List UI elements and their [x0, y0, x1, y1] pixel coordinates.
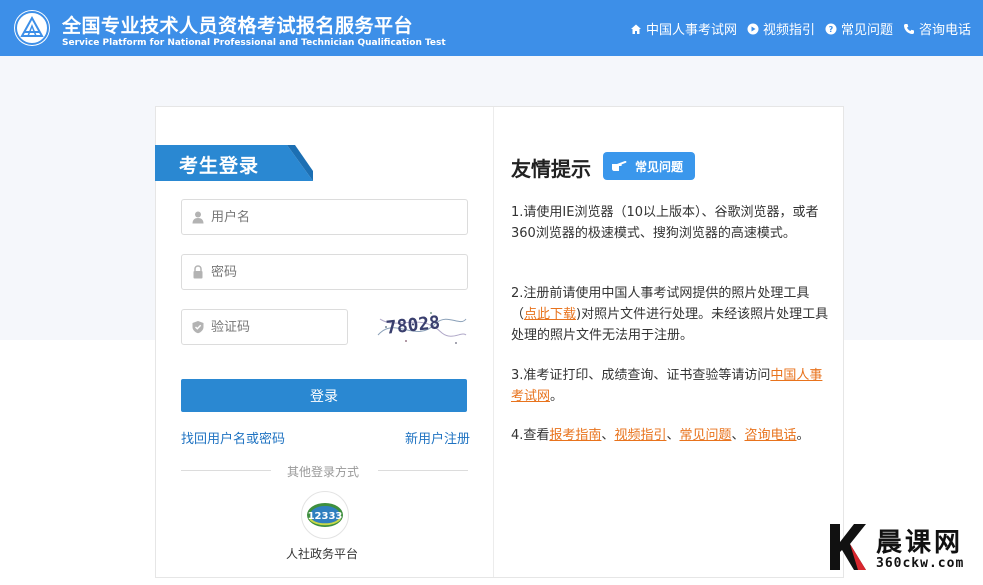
exam-guide-link[interactable]: 报考指南 — [549, 428, 601, 443]
captcha-field[interactable] — [181, 309, 348, 345]
tip4-sep: 、 — [601, 428, 615, 443]
username-field[interactable] — [181, 199, 468, 235]
nav-faq-label: 常见问题 — [840, 23, 893, 38]
nav-cpta-label: 中国人事考试网 — [645, 23, 737, 38]
divider-right — [378, 470, 468, 471]
register-link[interactable]: 新用户注册 — [405, 428, 470, 447]
gov-platform-label: 人社政务平台 — [286, 547, 359, 561]
password-field[interactable] — [181, 254, 468, 290]
login-button[interactable]: 登录 — [181, 379, 467, 412]
top-nav: 中国人事考试网 视频指引 ? 常见问题 咨询电话 — [630, 19, 971, 38]
user-icon — [191, 210, 205, 224]
tip4-text-before: 4.查看 — [511, 428, 550, 443]
nav-video-guide-label: 视频指引 — [762, 23, 815, 38]
pointing-hand-icon — [611, 159, 629, 173]
shield-icon — [191, 320, 205, 334]
watermark-name: 晨课网 — [876, 528, 964, 558]
login-card: 考生登录 78028 登录 找回用户名或密码 新用户注册 其他登录方式 — [155, 106, 844, 578]
captcha-char: 78028 — [385, 312, 441, 339]
gov-logo-text: 12333 — [308, 511, 343, 522]
video-guide-link[interactable]: 视频指引 — [614, 428, 666, 443]
phone-icon — [903, 23, 915, 35]
tip3-text-before: 3.准考证打印、成绩查询、证书查验等请访问 — [511, 368, 771, 383]
faq-link[interactable]: 常见问题 — [679, 428, 731, 443]
gov-platform-login-button[interactable]: 12333 — [301, 491, 349, 539]
nav-hotline-link[interactable]: 咨询电话 — [903, 19, 971, 38]
platform-subtitle: Service Platform for National Profession… — [62, 38, 446, 48]
tip4-text-after: 。 — [796, 428, 810, 443]
platform-title: 全国专业技术人员资格考试报名服务平台 — [62, 15, 414, 37]
captcha-image[interactable]: 78028 — [376, 305, 468, 349]
hotline-link[interactable]: 咨询电话 — [745, 428, 797, 443]
tip-photo-tool: 2.注册前请使用中国人事考试网提供的照片处理工具（点此下载)对照片文件进行处理。… — [511, 283, 831, 346]
download-tool-link[interactable]: 点此下载 — [524, 307, 576, 322]
nav-cpta-link[interactable]: 中国人事考试网 — [630, 19, 737, 38]
platform-logo-icon — [14, 10, 50, 46]
header-bar: 全国专业技术人员资格考试报名服务平台 Service Platform for … — [0, 0, 983, 56]
tip4-sep: 、 — [731, 428, 745, 443]
nav-video-guide-link[interactable]: 视频指引 — [747, 19, 815, 38]
svg-text:?: ? — [829, 25, 834, 34]
password-input[interactable] — [211, 264, 467, 280]
watermark: 晨课网 360ckw.com — [828, 520, 978, 580]
tips-title: 友情提示 — [511, 157, 591, 181]
nav-faq-link[interactable]: ? 常见问题 — [825, 19, 893, 38]
faq-button-label: 常见问题 — [635, 159, 684, 174]
nav-hotline-label: 咨询电话 — [918, 23, 971, 38]
tip3-text-after: 。 — [550, 389, 564, 404]
tip-browser: 1.请使用IE浏览器（10以上版本）、谷歌浏览器，或者360浏览器的极速模式、搜… — [511, 205, 819, 241]
forgot-password-link[interactable]: 找回用户名或密码 — [181, 428, 285, 447]
divider-left — [181, 470, 271, 471]
tip-cpta: 3.准考证打印、成绩查询、证书查验等请访问中国人事考试网。 — [511, 365, 831, 407]
home-icon — [630, 23, 642, 35]
other-login-label: 其他登录方式 — [287, 465, 360, 479]
username-input[interactable] — [211, 209, 467, 225]
lock-icon — [191, 265, 205, 279]
watermark-url: 360ckw.com — [876, 556, 965, 571]
tip4-sep: 、 — [666, 428, 680, 443]
watermark-k-logo-icon — [830, 524, 866, 570]
question-icon: ? — [825, 23, 837, 35]
tip-guides: 4.查看报考指南、视频指引、常见问题、咨询电话。 — [511, 425, 831, 446]
captcha-input[interactable] — [211, 319, 347, 335]
faq-button[interactable]: 常见问题 — [603, 152, 695, 180]
vertical-divider — [493, 107, 494, 577]
login-title: 考生登录 — [179, 155, 260, 177]
login-title-banner: 考生登录 — [155, 145, 313, 181]
play-icon — [747, 23, 759, 35]
